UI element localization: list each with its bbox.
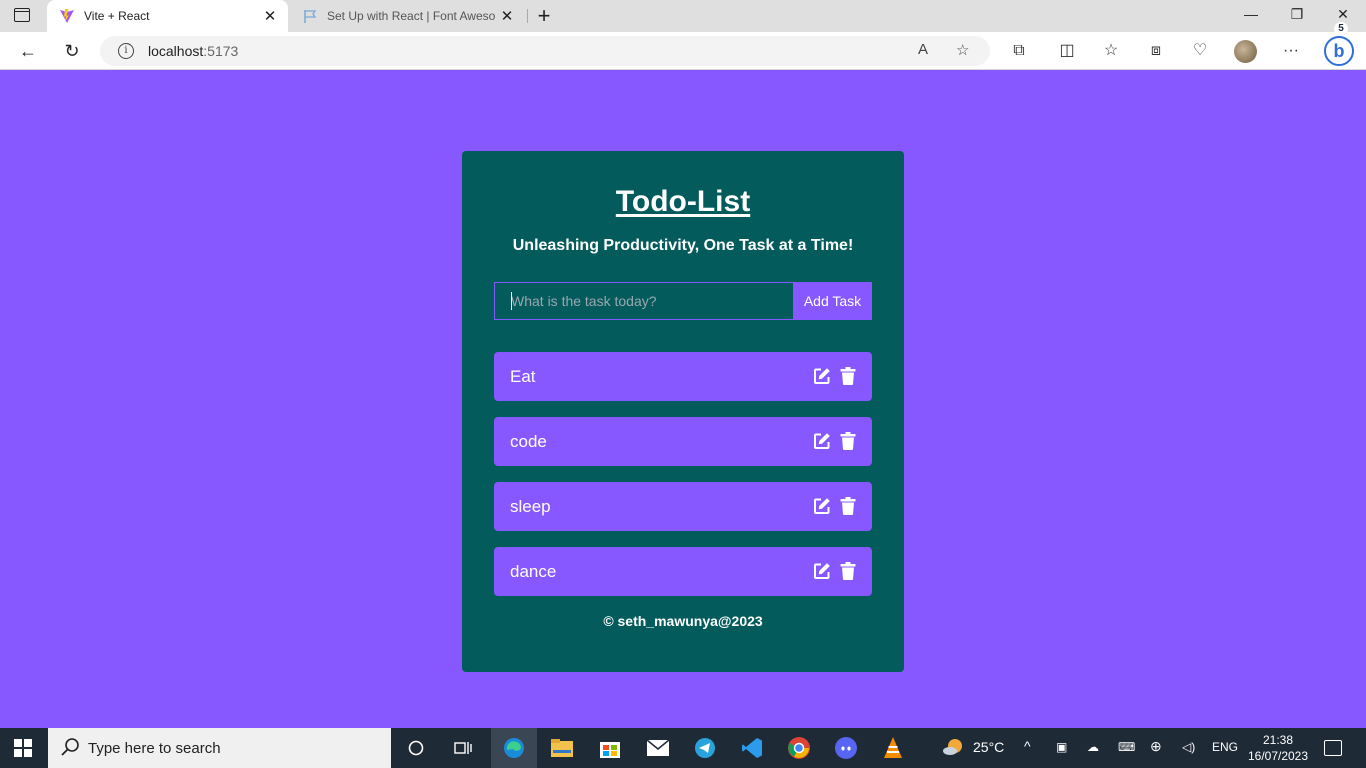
task-form: Add Task [494, 282, 872, 320]
profile-avatar[interactable] [1234, 40, 1257, 63]
new-tab-icon[interactable]: + [534, 4, 554, 28]
search-placeholder: Type here to search [88, 740, 221, 757]
telegram-icon[interactable] [691, 734, 719, 762]
notifications-icon[interactable] [1324, 740, 1342, 756]
vscode-icon[interactable] [738, 734, 766, 762]
windows-start-icon[interactable] [14, 739, 32, 757]
windows-taskbar: Type here to search 25°C ^ ▣ ☁ ⌨ ⊕ ◁) EN… [0, 728, 1366, 768]
back-icon[interactable]: ← [16, 39, 40, 63]
browser-toolbar: ← ↻ i localhost:5173 A ☆ ⧉ ◫ ☆ ⧈ ♡ ··· [0, 32, 1366, 70]
vite-logo-icon [59, 8, 75, 24]
tab-divider [527, 9, 528, 23]
todo-text[interactable]: code [510, 432, 547, 452]
onedrive-icon[interactable]: ☁ [1087, 740, 1099, 754]
todo-item: dance [494, 547, 872, 596]
refresh-icon[interactable]: ↻ [60, 39, 84, 63]
favorite-star-icon[interactable]: ☆ [956, 41, 969, 59]
tab-font-awesome[interactable]: Set Up with React | Font Awesome ✕ [290, 0, 525, 32]
todo-item: code [494, 417, 872, 466]
notification-badge: 5 [1334, 22, 1348, 36]
cortana-icon[interactable] [402, 734, 430, 762]
delete-icon[interactable] [840, 497, 856, 515]
tab-vite-react[interactable]: Vite + React ✕ [47, 0, 288, 32]
footer-copyright: © seth_mawunya@2023 [603, 613, 763, 629]
weather-temperature[interactable]: 25°C [973, 739, 1004, 755]
edge-browser-icon[interactable] [491, 728, 537, 768]
todo-item: sleep [494, 482, 872, 531]
language-indicator[interactable]: ENG [1212, 740, 1238, 754]
show-hidden-icons[interactable]: ^ [1024, 738, 1031, 754]
edit-icon[interactable] [813, 432, 831, 450]
collections-icon[interactable]: ⧈ [1145, 41, 1167, 63]
discord-icon[interactable] [832, 734, 860, 762]
todo-text[interactable]: sleep [510, 497, 551, 517]
todo-item: Eat [494, 352, 872, 401]
font-awesome-flag-icon [302, 8, 318, 24]
site-info-icon[interactable]: i [118, 43, 134, 59]
more-options-icon[interactable]: ··· [1280, 41, 1302, 63]
edit-icon[interactable] [813, 497, 831, 515]
delete-icon[interactable] [840, 367, 856, 385]
file-explorer-icon[interactable] [548, 734, 576, 762]
edit-icon[interactable] [813, 562, 831, 580]
search-icon [61, 738, 79, 756]
microsoft-store-icon[interactable] [596, 734, 624, 762]
delete-icon[interactable] [840, 562, 856, 580]
todo-text[interactable]: dance [510, 562, 556, 582]
delete-icon[interactable] [840, 432, 856, 450]
taskbar-search-box[interactable]: Type here to search [48, 728, 391, 768]
tab-close-icon[interactable]: ✕ [495, 7, 519, 25]
minimize-icon[interactable]: — [1241, 6, 1261, 22]
volume-icon[interactable]: ◁) [1182, 740, 1195, 754]
network-icon[interactable]: ⊕ [1150, 738, 1162, 755]
browser-essentials-icon[interactable]: ♡ [1189, 41, 1211, 63]
restore-icon[interactable]: ❐ [1287, 6, 1307, 23]
chrome-icon[interactable] [785, 734, 813, 762]
ime-icon[interactable]: ⌨ [1118, 740, 1135, 754]
browser-tab-strip: Vite + React ✕ Set Up with React | Font … [0, 0, 1366, 32]
task-view-icon[interactable] [449, 734, 477, 762]
page-title: Todo-List [615, 185, 751, 218]
mail-icon[interactable] [644, 734, 672, 762]
system-clock[interactable]: 21:38 16/07/2023 [1245, 732, 1311, 764]
bing-copilot-icon[interactable]: b [1324, 36, 1354, 66]
close-window-icon[interactable]: ✕ [1333, 6, 1353, 23]
extensions-icon[interactable]: ⧉ [1008, 41, 1030, 63]
add-task-button[interactable]: Add Task [793, 282, 872, 320]
todo-text[interactable]: Eat [510, 367, 536, 387]
read-aloud-icon[interactable]: A [918, 41, 928, 58]
tab-actions-icon[interactable] [14, 8, 30, 22]
favorites-icon[interactable]: ☆ [1100, 41, 1122, 63]
tab-title: Vite + React [84, 9, 150, 23]
vlc-icon[interactable] [879, 734, 907, 762]
url-text[interactable]: localhost:5173 [148, 43, 238, 59]
text-caret [511, 292, 512, 310]
split-screen-icon[interactable]: ◫ [1056, 41, 1078, 63]
meet-now-icon[interactable]: ▣ [1056, 740, 1067, 754]
edit-icon[interactable] [813, 367, 831, 385]
weather-icon[interactable] [939, 734, 967, 762]
address-bar[interactable]: i localhost:5173 A ☆ [100, 36, 990, 66]
todo-wrapper: Todo-List Unleashing Productivity, One T… [462, 151, 904, 672]
tab-close-icon[interactable]: ✕ [258, 7, 282, 25]
tab-title: Set Up with React | Font Awesome [327, 9, 495, 23]
task-input[interactable] [494, 282, 794, 320]
page-subtitle: Unleashing Productivity, One Task at a T… [512, 237, 854, 254]
